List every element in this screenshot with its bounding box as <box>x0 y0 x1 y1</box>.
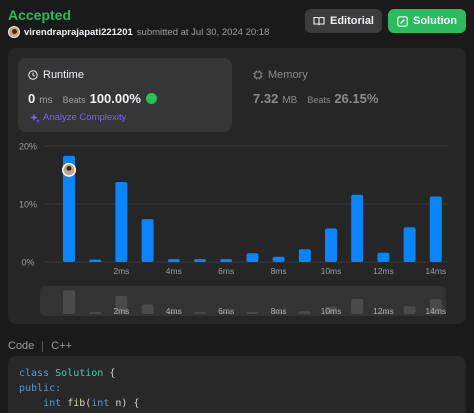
username-link[interactable]: virendraprajapati221201 <box>24 27 133 38</box>
overview-bar <box>141 304 154 314</box>
code-token: { <box>109 368 116 379</box>
overview-bar <box>63 290 75 314</box>
submission-meta: virendraprajapati221201 submitted at Jul… <box>8 25 269 39</box>
memory-title-label: Memory <box>268 69 308 81</box>
runtime-metric: 0 ms Beats 100.00% <box>28 91 157 106</box>
overview-bar <box>89 312 102 314</box>
chart-bar[interactable] <box>429 196 442 262</box>
runtime-title-label: Runtime <box>43 69 84 81</box>
clock-icon <box>28 70 38 80</box>
runtime-beats-label: Beats <box>62 95 86 105</box>
editorial-button[interactable]: Editorial <box>305 9 382 33</box>
analyze-complexity-link[interactable]: Analyze Complexity <box>30 112 126 123</box>
runtime-title: Runtime <box>28 69 84 81</box>
code-token: int <box>91 398 110 409</box>
memory-beats-value: 26.15% <box>334 91 379 106</box>
overview-tick-label: 4ms <box>166 306 182 316</box>
x-tick-label: 4ms <box>166 266 182 276</box>
code-token: Solution <box>55 368 104 379</box>
chart-bar[interactable] <box>351 194 364 262</box>
runtime-distribution-chart[interactable]: 0% 10% 20% 2ms 4ms 6ms 8ms 10ms 12ms 14ms 2ms 4ms 6m… <box>18 136 458 316</box>
code-tab-label: Code <box>8 340 35 352</box>
y-tick-label: 20% <box>19 142 37 152</box>
overview-bar <box>351 298 364 314</box>
chip-icon <box>253 70 263 80</box>
chart-bar[interactable] <box>246 253 259 262</box>
user-position-avatar <box>62 162 76 177</box>
code-token: public: <box>19 383 62 394</box>
editorial-button-label: Editorial <box>329 15 374 27</box>
solution-button-label: Solution <box>413 15 457 27</box>
avatar-hair <box>66 165 72 171</box>
x-tick-label: 8ms <box>271 266 287 276</box>
overview-tick-label: 10ms <box>321 306 342 316</box>
code-language: C++ <box>51 340 73 352</box>
pencil-icon <box>397 15 408 27</box>
chart-bar[interactable] <box>325 228 337 262</box>
memory-title[interactable]: Memory <box>253 69 308 81</box>
code-token: class <box>19 368 50 379</box>
memory-value: 7.32 <box>253 91 279 106</box>
memory-unit: MB <box>282 95 298 106</box>
overview-bar <box>403 306 416 314</box>
y-tick-label: 10% <box>19 200 37 210</box>
runtime-value: 0 <box>28 91 36 106</box>
code-block[interactable]: class Solution { public: int fib(int n) … <box>8 356 466 413</box>
x-tick-label: 2ms <box>113 266 129 276</box>
overview-tick-label: 8ms <box>271 306 287 316</box>
overview-tick-label: 2ms <box>113 306 129 316</box>
overview-bar <box>194 312 206 314</box>
chart-bar[interactable] <box>403 227 416 262</box>
overview-tick-label: 14ms <box>425 306 446 316</box>
runtime-beats-value: 100.00% <box>89 91 141 106</box>
memory-metric: 7.32 MB Beats 26.15% <box>253 91 378 106</box>
submission-status: Accepted <box>8 7 72 23</box>
code-token: int <box>43 398 62 409</box>
x-tick-label: 6ms <box>218 266 234 276</box>
runtime-unit: ms <box>39 95 53 106</box>
chart-bar[interactable] <box>194 259 206 262</box>
y-tick-label: 0% <box>21 258 34 268</box>
submission-header: Accepted virendraprajapati221201 submitt… <box>0 0 474 48</box>
chart-bar[interactable] <box>377 252 390 262</box>
code-line: public: <box>19 381 455 396</box>
book-icon <box>313 16 325 26</box>
sparkle-icon <box>30 113 40 123</box>
analyze-complexity-label: Analyze Complexity <box>43 112 127 123</box>
leaf-icon <box>145 93 157 104</box>
memory-beats-label: Beats <box>307 95 331 105</box>
overview-bar <box>246 312 259 314</box>
code-line: class Solution { <box>19 366 455 381</box>
chart-bar[interactable] <box>115 181 128 262</box>
chart-bar[interactable] <box>298 249 311 262</box>
chart-bar[interactable] <box>167 259 180 262</box>
submitted-time: submitted at Jul 30, 2024 20:18 <box>136 26 270 38</box>
chart-bar[interactable] <box>141 219 154 262</box>
chart-bar[interactable] <box>89 259 102 262</box>
x-tick-label: 12ms <box>373 266 394 276</box>
solution-button[interactable]: Solution <box>388 9 466 33</box>
code-line: int fib(int n) { <box>19 396 455 411</box>
code-header: Code C++ <box>8 340 72 352</box>
overview-bar <box>298 311 311 314</box>
x-tick-label: 14ms <box>425 266 446 276</box>
chart-bar[interactable] <box>220 259 233 262</box>
x-tick-label: 10ms <box>321 266 342 276</box>
code-token: n) { <box>109 398 140 409</box>
overview-tick-label: 6ms <box>218 306 234 316</box>
overview-tick-label: 12ms <box>373 306 394 316</box>
code-token: fib <box>67 398 86 409</box>
avatar[interactable] <box>8 26 20 38</box>
chart-bar[interactable] <box>272 256 285 262</box>
divider <box>42 340 44 352</box>
